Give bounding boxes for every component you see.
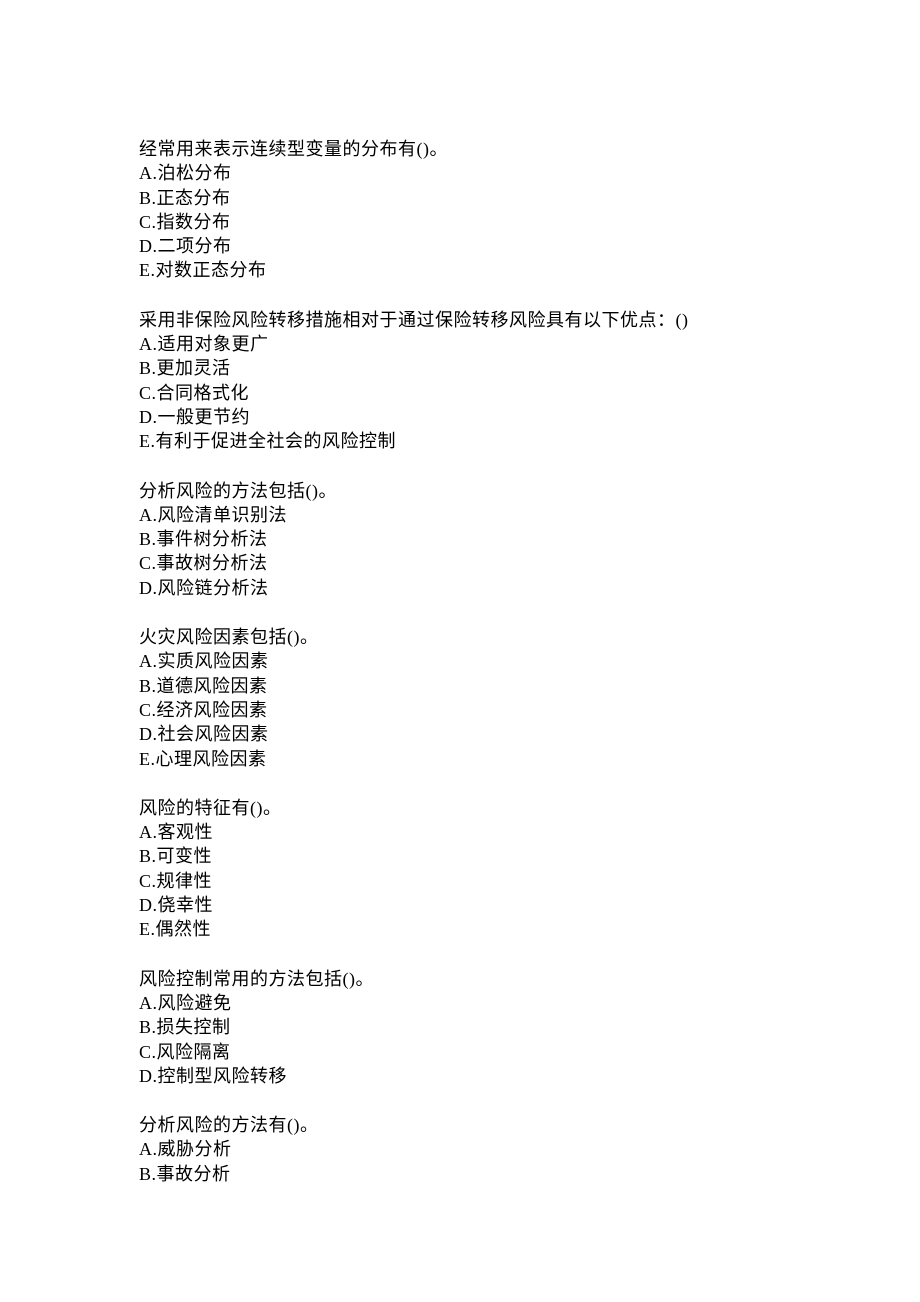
question-option: C.指数分布 [139,210,920,234]
question-option: D.风险链分析法 [139,576,920,600]
question-stem: 分析风险的方法包括()。 [139,479,920,503]
question-option: D.社会风险因素 [139,722,920,746]
question-option: D.二项分布 [139,234,920,258]
question-option: B.更加灵活 [139,356,920,380]
question-stem: 风险的特征有()。 [139,796,920,820]
question-option: D.侥幸性 [139,893,920,917]
question-option: B.道德风险因素 [139,674,920,698]
question-block: 经常用来表示连续型变量的分布有()。 A.泊松分布 B.正态分布 C.指数分布 … [139,137,920,283]
question-stem: 风险控制常用的方法包括()。 [139,967,920,991]
question-option: A.泊松分布 [139,161,920,185]
question-option: B.事件树分析法 [139,527,920,551]
question-block: 分析风险的方法有()。 A.威胁分析 B.事故分析 [139,1113,920,1186]
question-option: E.心理风险因素 [139,747,920,771]
question-option: C.经济风险因素 [139,698,920,722]
question-option: D.一般更节约 [139,405,920,429]
question-block: 分析风险的方法包括()。 A.风险清单识别法 B.事件树分析法 C.事故树分析法… [139,479,920,600]
question-option: C.规律性 [139,869,920,893]
question-option: C.风险隔离 [139,1040,920,1064]
question-option: D.控制型风险转移 [139,1064,920,1088]
question-option: B.损失控制 [139,1015,920,1039]
question-option: C.事故树分析法 [139,551,920,575]
question-option: A.威胁分析 [139,1137,920,1161]
question-option: A.风险避免 [139,991,920,1015]
question-block: 风险的特征有()。 A.客观性 B.可变性 C.规律性 D.侥幸性 E.偶然性 [139,796,920,942]
question-option: E.有利于促进全社会的风险控制 [139,429,920,453]
question-block: 风险控制常用的方法包括()。 A.风险避免 B.损失控制 C.风险隔离 D.控制… [139,967,920,1088]
question-option: A.客观性 [139,820,920,844]
question-stem: 分析风险的方法有()。 [139,1113,920,1137]
question-option: E.对数正态分布 [139,258,920,282]
question-stem: 采用非保险风险转移措施相对于通过保险转移风险具有以下优点：() [139,308,920,332]
question-option: A.风险清单识别法 [139,503,920,527]
question-block: 火灾风险因素包括()。 A.实质风险因素 B.道德风险因素 C.经济风险因素 D… [139,625,920,771]
question-option: A.适用对象更广 [139,332,920,356]
question-option: B.可变性 [139,844,920,868]
question-stem: 火灾风险因素包括()。 [139,625,920,649]
question-option: C.合同格式化 [139,381,920,405]
question-stem: 经常用来表示连续型变量的分布有()。 [139,137,920,161]
question-option: A.实质风险因素 [139,649,920,673]
question-block: 采用非保险风险转移措施相对于通过保险转移风险具有以下优点：() A.适用对象更广… [139,308,920,454]
question-option: B.事故分析 [139,1162,920,1186]
question-option: E.偶然性 [139,917,920,941]
question-option: B.正态分布 [139,186,920,210]
